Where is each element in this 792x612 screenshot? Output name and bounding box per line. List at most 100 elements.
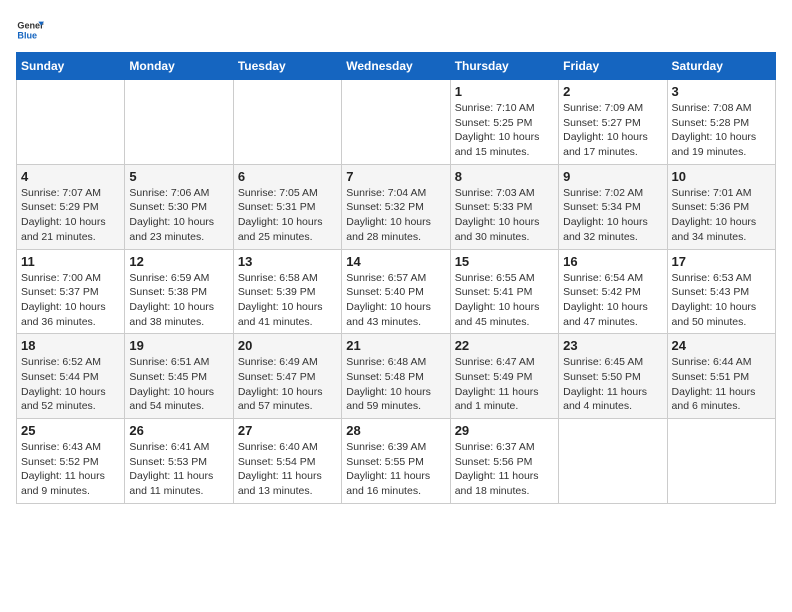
day-number: 24 [672,338,771,353]
calendar-cell: 16 Sunrise: 6:54 AMSunset: 5:42 PMDayligh… [559,249,667,334]
calendar-cell [559,419,667,504]
day-info: Sunrise: 7:09 AMSunset: 5:27 PMDaylight:… [563,101,662,160]
day-info: Sunrise: 6:39 AMSunset: 5:55 PMDaylight:… [346,440,445,499]
calendar-cell: 26 Sunrise: 6:41 AMSunset: 5:53 PMDayligh… [125,419,233,504]
day-number: 8 [455,169,554,184]
calendar-cell: 2 Sunrise: 7:09 AMSunset: 5:27 PMDaylight… [559,80,667,165]
calendar-cell [125,80,233,165]
logo-icon: General Blue [16,16,44,44]
day-number: 19 [129,338,228,353]
day-number: 12 [129,254,228,269]
week-row-4: 18 Sunrise: 6:52 AMSunset: 5:44 PMDayligh… [17,334,776,419]
day-header-wednesday: Wednesday [342,53,450,80]
calendar-cell: 23 Sunrise: 6:45 AMSunset: 5:50 PMDayligh… [559,334,667,419]
calendar-cell [342,80,450,165]
calendar-cell: 8 Sunrise: 7:03 AMSunset: 5:33 PMDaylight… [450,164,558,249]
day-number: 13 [238,254,337,269]
day-info: Sunrise: 6:41 AMSunset: 5:53 PMDaylight:… [129,440,228,499]
day-number: 26 [129,423,228,438]
day-info: Sunrise: 7:07 AMSunset: 5:29 PMDaylight:… [21,186,120,245]
svg-text:Blue: Blue [17,30,37,40]
day-info: Sunrise: 7:01 AMSunset: 5:36 PMDaylight:… [672,186,771,245]
day-info: Sunrise: 7:06 AMSunset: 5:30 PMDaylight:… [129,186,228,245]
calendar-cell: 27 Sunrise: 6:40 AMSunset: 5:54 PMDayligh… [233,419,341,504]
day-info: Sunrise: 6:45 AMSunset: 5:50 PMDaylight:… [563,355,662,414]
day-info: Sunrise: 7:05 AMSunset: 5:31 PMDaylight:… [238,186,337,245]
calendar-cell: 28Sunrise: 6:39 AMSunset: 5:55 PMDayligh… [342,419,450,504]
day-info: Sunrise: 6:57 AMSunset: 5:40 PMDaylight:… [346,271,445,330]
calendar-cell [17,80,125,165]
calendar-cell: 29Sunrise: 6:37 AMSunset: 5:56 PMDayligh… [450,419,558,504]
day-info: Sunrise: 6:48 AMSunset: 5:48 PMDaylight:… [346,355,445,414]
calendar-cell: 24 Sunrise: 6:44 AMSunset: 5:51 PMDayligh… [667,334,775,419]
day-number: 14 [346,254,445,269]
day-header-thursday: Thursday [450,53,558,80]
day-info: Sunrise: 6:55 AMSunset: 5:41 PMDaylight:… [455,271,554,330]
day-number: 16 [563,254,662,269]
calendar-cell: 6 Sunrise: 7:05 AMSunset: 5:31 PMDaylight… [233,164,341,249]
day-info: Sunrise: 6:43 AMSunset: 5:52 PMDaylight:… [21,440,120,499]
calendar-cell: 7 Sunrise: 7:04 AMSunset: 5:32 PMDaylight… [342,164,450,249]
calendar-cell: 14 Sunrise: 6:57 AMSunset: 5:40 PMDayligh… [342,249,450,334]
calendar-cell: 17Sunrise: 6:53 AMSunset: 5:43 PMDayligh… [667,249,775,334]
week-row-2: 4 Sunrise: 7:07 AMSunset: 5:29 PMDaylight… [17,164,776,249]
calendar-cell: 13Sunrise: 6:58 AMSunset: 5:39 PMDayligh… [233,249,341,334]
week-row-3: 11 Sunrise: 7:00 AMSunset: 5:37 PMDayligh… [17,249,776,334]
day-info: Sunrise: 6:40 AMSunset: 5:54 PMDaylight:… [238,440,337,499]
day-number: 3 [672,84,771,99]
day-info: Sunrise: 7:10 AMSunset: 5:25 PMDaylight:… [455,101,554,160]
calendar-cell: 4 Sunrise: 7:07 AMSunset: 5:29 PMDaylight… [17,164,125,249]
days-header-row: SundayMondayTuesdayWednesdayThursdayFrid… [17,53,776,80]
day-header-sunday: Sunday [17,53,125,80]
day-number: 29 [455,423,554,438]
day-info: Sunrise: 6:44 AMSunset: 5:51 PMDaylight:… [672,355,771,414]
day-number: 25 [21,423,120,438]
day-number: 1 [455,84,554,99]
calendar-cell [667,419,775,504]
day-number: 21 [346,338,445,353]
day-info: Sunrise: 6:59 AMSunset: 5:38 PMDaylight:… [129,271,228,330]
week-row-1: 1 Sunrise: 7:10 AMSunset: 5:25 PMDaylight… [17,80,776,165]
day-number: 22 [455,338,554,353]
day-number: 23 [563,338,662,353]
day-info: Sunrise: 7:03 AMSunset: 5:33 PMDaylight:… [455,186,554,245]
calendar-cell: 18 Sunrise: 6:52 AMSunset: 5:44 PMDayligh… [17,334,125,419]
calendar-cell: 12 Sunrise: 6:59 AMSunset: 5:38 PMDayligh… [125,249,233,334]
day-info: Sunrise: 6:52 AMSunset: 5:44 PMDaylight:… [21,355,120,414]
day-number: 6 [238,169,337,184]
calendar-cell: 15 Sunrise: 6:55 AMSunset: 5:41 PMDayligh… [450,249,558,334]
logo: General Blue [16,16,48,44]
calendar-table: SundayMondayTuesdayWednesdayThursdayFrid… [16,52,776,504]
day-info: Sunrise: 7:00 AMSunset: 5:37 PMDaylight:… [21,271,120,330]
day-header-friday: Friday [559,53,667,80]
day-number: 9 [563,169,662,184]
day-number: 11 [21,254,120,269]
calendar-cell: 5 Sunrise: 7:06 AMSunset: 5:30 PMDaylight… [125,164,233,249]
day-number: 10 [672,169,771,184]
day-number: 7 [346,169,445,184]
calendar-cell: 20Sunrise: 6:49 AMSunset: 5:47 PMDayligh… [233,334,341,419]
day-number: 20 [238,338,337,353]
day-number: 5 [129,169,228,184]
calendar-cell: 21 Sunrise: 6:48 AMSunset: 5:48 PMDayligh… [342,334,450,419]
day-number: 27 [238,423,337,438]
day-info: Sunrise: 6:51 AMSunset: 5:45 PMDaylight:… [129,355,228,414]
calendar-cell: 11 Sunrise: 7:00 AMSunset: 5:37 PMDayligh… [17,249,125,334]
day-info: Sunrise: 6:54 AMSunset: 5:42 PMDaylight:… [563,271,662,330]
page-header: General Blue [16,16,776,44]
calendar-cell [233,80,341,165]
week-row-5: 25 Sunrise: 6:43 AMSunset: 5:52 PMDayligh… [17,419,776,504]
calendar-cell: 19 Sunrise: 6:51 AMSunset: 5:45 PMDayligh… [125,334,233,419]
day-number: 4 [21,169,120,184]
day-number: 15 [455,254,554,269]
calendar-cell: 3Sunrise: 7:08 AMSunset: 5:28 PMDaylight… [667,80,775,165]
day-number: 18 [21,338,120,353]
day-info: Sunrise: 7:04 AMSunset: 5:32 PMDaylight:… [346,186,445,245]
day-info: Sunrise: 7:02 AMSunset: 5:34 PMDaylight:… [563,186,662,245]
day-info: Sunrise: 6:53 AMSunset: 5:43 PMDaylight:… [672,271,771,330]
calendar-cell: 25 Sunrise: 6:43 AMSunset: 5:52 PMDayligh… [17,419,125,504]
calendar-cell: 1 Sunrise: 7:10 AMSunset: 5:25 PMDaylight… [450,80,558,165]
day-number: 2 [563,84,662,99]
calendar-cell: 22Sunrise: 6:47 AMSunset: 5:49 PMDayligh… [450,334,558,419]
day-header-saturday: Saturday [667,53,775,80]
